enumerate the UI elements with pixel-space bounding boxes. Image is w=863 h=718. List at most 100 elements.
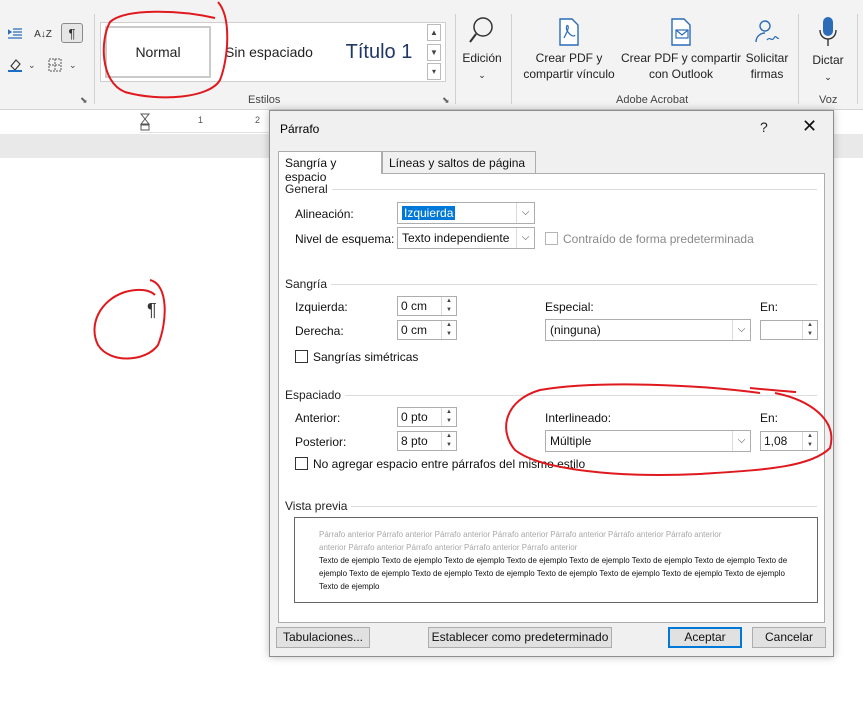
styles-scroll-down-icon[interactable]: ▼ <box>427 43 441 61</box>
show-formatting-icon[interactable]: ¶ <box>61 23 83 43</box>
solicitar-firmas-button[interactable]: Solicitar firmas <box>741 18 793 82</box>
dictar-button[interactable]: Dictar ⌄ <box>805 16 851 85</box>
edicion-button[interactable]: Edición ⌄ <box>460 16 504 83</box>
ruler-number: 2 <box>255 115 261 125</box>
divider <box>798 14 799 104</box>
styles-launcher-icon[interactable]: ⬊ <box>442 95 450 106</box>
sangria-derecha-label: Derecha: <box>295 324 344 338</box>
divider <box>94 14 95 104</box>
preview-sample-line: ejemplo Texto de ejemplo Texto de ejempl… <box>319 569 785 578</box>
pdf-link-icon <box>559 18 579 46</box>
section-vista-previa: Vista previa <box>285 499 352 513</box>
chevron-down-icon: ⌵ <box>732 320 750 340</box>
divider <box>857 14 858 104</box>
tabulaciones-button[interactable]: Tabulaciones... <box>276 627 370 648</box>
divider <box>345 395 817 396</box>
especial-select[interactable]: (ninguna) ⌵ <box>545 319 751 341</box>
crear-pdf-button[interactable]: Crear PDF y compartir vínculo <box>516 18 622 82</box>
sangria-izquierda-label: Izquierda: <box>295 300 348 314</box>
contraido-label: Contraído de forma predeterminada <box>563 232 754 246</box>
sangria-en-label: En: <box>760 300 779 314</box>
preview-box: Párrafo anterior Párrafo anterior Párraf… <box>294 517 818 603</box>
spinner-arrows-icon[interactable]: ▲ ▼ <box>441 321 456 339</box>
sangria-izquierda-input[interactable]: 0 cm ▲ ▼ <box>397 296 457 316</box>
dialog-title: Párrafo <box>280 122 320 136</box>
indent-marker-icon[interactable] <box>139 113 151 131</box>
edicion-label: Edición <box>462 51 502 65</box>
styles-group-label: Estilos <box>248 94 281 106</box>
paragraph-launcher-icon[interactable]: ⬊ <box>80 95 88 106</box>
preview-sample-line: Texto de ejemplo Texto de ejemplo Texto … <box>319 556 788 565</box>
interlineado-label: Interlineado: <box>545 411 612 425</box>
anterior-label: Anterior: <box>295 411 341 425</box>
aceptar-button[interactable]: Aceptar <box>668 627 742 648</box>
sort-icon[interactable]: A↓Z <box>32 24 54 44</box>
indent-icon[interactable] <box>4 24 26 44</box>
style-titulo-1[interactable]: Título 1 <box>329 26 429 78</box>
divider <box>455 14 456 104</box>
chevron-down-icon: ⌄ <box>824 72 832 82</box>
sangria-derecha-input[interactable]: 0 cm ▲ ▼ <box>397 320 457 340</box>
nivel-esquema-label: Nivel de esquema: <box>295 232 395 246</box>
sign-person-icon <box>755 20 780 43</box>
chevron-down-icon: ⌵ <box>516 228 534 248</box>
crear-pdf-outlook-button[interactable]: Crear PDF y compartir con Outlook <box>618 18 744 82</box>
establecer-predeterminado-button[interactable]: Establecer como predeterminado <box>428 627 612 648</box>
borders-icon[interactable] <box>44 55 66 75</box>
spinner-arrows-icon[interactable]: ▲ ▼ <box>441 432 456 450</box>
shading-icon[interactable] <box>4 55 26 75</box>
posterior-input[interactable]: 8 pto ▲ ▼ <box>397 431 457 451</box>
pdf-outlook-icon <box>671 18 691 46</box>
ruler-number: 1 <box>198 115 204 125</box>
sangria-en-input[interactable]: ▲ ▼ <box>760 320 818 340</box>
close-icon[interactable]: ✕ <box>802 116 817 137</box>
alineacion-label: Alineación: <box>295 207 354 221</box>
spinner-arrows-icon[interactable]: ▲ ▼ <box>802 432 817 450</box>
cancelar-button[interactable]: Cancelar <box>752 627 826 648</box>
section-espaciado: Espaciado <box>285 388 346 402</box>
anterior-input[interactable]: 0 pto ▲ ▼ <box>397 407 457 427</box>
style-normal[interactable]: Normal <box>105 26 211 78</box>
spinner-arrows-icon[interactable]: ▲ ▼ <box>441 408 456 426</box>
preview-previous-line: anterior Párrafo anterior Párrafo anteri… <box>319 543 578 552</box>
sangrias-simetricas-label: Sangrías simétricas <box>313 350 419 364</box>
alineacion-select[interactable]: Izquierda ⌵ <box>397 202 535 224</box>
nivel-esquema-select[interactable]: Texto independiente ⌵ <box>397 227 535 249</box>
shading-chevron-icon[interactable]: ⌄ <box>28 60 36 71</box>
borders-chevron-icon[interactable]: ⌄ <box>69 60 77 71</box>
divider <box>329 189 817 190</box>
section-general: General <box>285 182 332 196</box>
chevron-down-icon: ⌵ <box>516 203 534 223</box>
style-sin-espaciado[interactable]: Sin espaciado <box>219 26 319 78</box>
interlineado-en-label: En: <box>760 411 779 425</box>
styles-more-icon[interactable]: ▾ <box>427 63 441 80</box>
styles-scroll-up-icon[interactable]: ▲ <box>427 24 441 41</box>
tab-sangria-espacio[interactable]: Sangría y espacio <box>278 151 382 184</box>
chevron-down-icon: ⌵ <box>732 431 750 451</box>
contraido-checkbox[interactable] <box>545 232 558 245</box>
section-sangria: Sangría <box>285 277 332 291</box>
preview-previous-line: Párrafo anterior Párrafo anterior Párraf… <box>319 530 722 539</box>
posterior-label: Posterior: <box>295 435 347 449</box>
microphone-icon <box>819 17 837 46</box>
especial-label: Especial: <box>545 300 594 314</box>
interlineado-en-input[interactable]: 1,08 ▲ ▼ <box>760 431 818 451</box>
styles-gallery: Normal Sin espaciado Título 1 ▲ ▼ ▾ <box>100 22 446 82</box>
ribbon: A↓Z ¶ ⌄ ⌄ ⬊ Normal Sin espaciado Título … <box>0 0 863 110</box>
divider <box>349 506 817 507</box>
chevron-down-icon: ⌄ <box>478 70 486 80</box>
spinner-arrows-icon[interactable]: ▲ ▼ <box>802 321 817 339</box>
sangrias-simetricas-checkbox[interactable] <box>295 350 308 363</box>
no-agregar-espacio-checkbox[interactable] <box>295 457 308 470</box>
divider <box>331 284 817 285</box>
spinner-arrows-icon[interactable]: ▲ ▼ <box>441 297 456 315</box>
magnifier-icon <box>469 17 493 43</box>
acrobat-group-label: Adobe Acrobat <box>616 94 689 106</box>
paragraph-dialog: Párrafo ? ✕ Sangría y espacio Líneas y s… <box>269 110 834 657</box>
tab-lineas-saltos[interactable]: Líneas y saltos de página <box>382 151 536 173</box>
interlineado-select[interactable]: Múltiple ⌵ <box>545 430 751 452</box>
voz-group-label: Voz <box>819 94 838 106</box>
help-button[interactable]: ? <box>760 119 768 135</box>
preview-sample-line: Texto de ejemplo <box>319 582 380 591</box>
paragraph-mark[interactable]: ¶ <box>147 300 157 321</box>
